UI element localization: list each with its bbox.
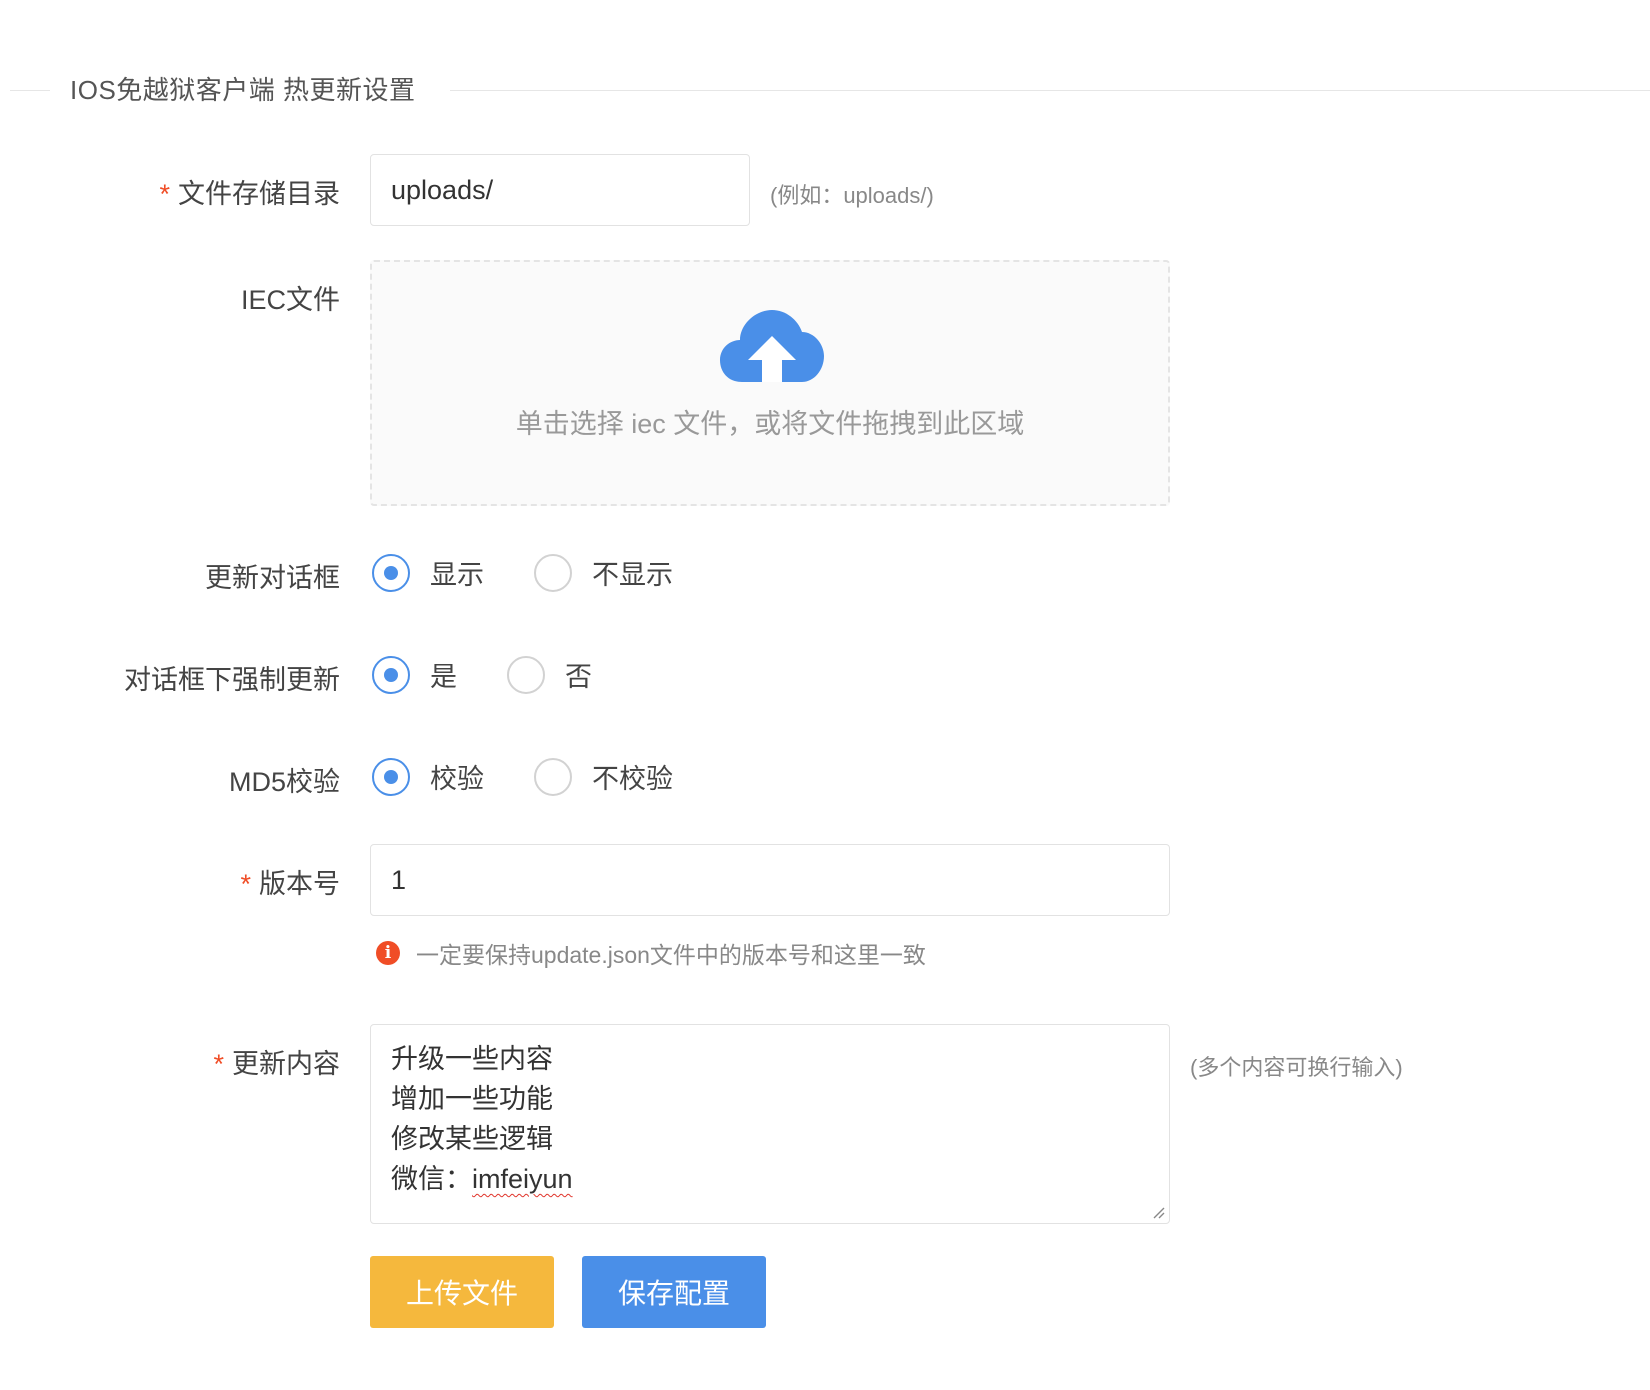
- update-content-label: * 更新内容: [213, 1049, 340, 1079]
- force-update-radio-group: 是 否: [372, 655, 642, 694]
- info-icon: i: [376, 941, 400, 965]
- radio-show[interactable]: 显示: [372, 553, 484, 592]
- storage-dir-input[interactable]: uploads/: [370, 154, 750, 226]
- version-tip-text: 一定要保持update.json文件中的版本号和这里一致: [416, 942, 926, 968]
- required-mark: *: [159, 179, 170, 209]
- radio-checked-icon: [372, 655, 410, 694]
- iec-upload-dropzone[interactable]: 单击选择 iec 文件，或将文件拖拽到此区域: [370, 260, 1170, 506]
- content-line: 修改某些逻辑: [391, 1124, 553, 1154]
- upload-hint: 单击选择 iec 文件，或将文件拖拽到此区域: [515, 409, 1025, 439]
- update-dialog-radio-group: 显示 不显示: [372, 553, 723, 592]
- version-value: 1: [391, 864, 407, 895]
- version-tip: i 一定要保持update.json文件中的版本号和这里一致: [376, 936, 926, 970]
- iec-file-label: IEC文件: [240, 285, 340, 315]
- radio-unchecked-icon: [534, 757, 572, 796]
- radio-hide[interactable]: 不显示: [534, 553, 673, 592]
- content-line: 增加一些功能: [391, 1084, 553, 1114]
- cloud-upload-icon: [720, 310, 824, 382]
- radio-checked-icon: [372, 553, 410, 592]
- update-content-hint: (多个内容可换行输入): [1190, 1055, 1403, 1080]
- section-divider-right: [450, 90, 1650, 91]
- required-mark: *: [213, 1049, 224, 1079]
- section-divider-left: [10, 90, 50, 91]
- resize-handle-icon[interactable]: [1149, 1203, 1165, 1219]
- force-update-label: 对话框下强制更新: [124, 665, 340, 695]
- storage-dir-label: * 文件存储目录: [159, 179, 340, 209]
- upload-file-button[interactable]: 上传文件: [370, 1256, 554, 1328]
- content-line: 微信：imfeiyun: [391, 1164, 573, 1194]
- radio-force-no[interactable]: 否: [507, 655, 592, 694]
- update-content-textarea[interactable]: 升级一些内容 增加一些功能 修改某些逻辑 微信：imfeiyun: [370, 1024, 1170, 1224]
- storage-dir-value: uploads/: [391, 174, 494, 205]
- version-label: * 版本号: [240, 869, 340, 899]
- version-input[interactable]: 1: [370, 844, 1170, 916]
- radio-md5-check[interactable]: 校验: [372, 757, 484, 796]
- update-dialog-label: 更新对话框: [205, 563, 340, 593]
- required-mark: *: [240, 869, 251, 899]
- save-config-button[interactable]: 保存配置: [582, 1256, 766, 1328]
- storage-dir-example: (例如：uploads/): [770, 183, 934, 208]
- spellcheck-word: imfeiyun: [472, 1164, 573, 1194]
- radio-unchecked-icon: [507, 655, 545, 694]
- radio-checked-icon: [372, 757, 410, 796]
- radio-md5-nocheck[interactable]: 不校验: [534, 757, 673, 796]
- section-title: IOS免越狱客户端 热更新设置: [70, 75, 416, 105]
- md5-check-label: MD5校验: [228, 767, 340, 797]
- radio-force-yes[interactable]: 是: [372, 655, 457, 694]
- radio-unchecked-icon: [534, 553, 572, 592]
- content-line: 升级一些内容: [391, 1044, 553, 1074]
- md5-check-radio-group: 校验 不校验: [372, 757, 723, 796]
